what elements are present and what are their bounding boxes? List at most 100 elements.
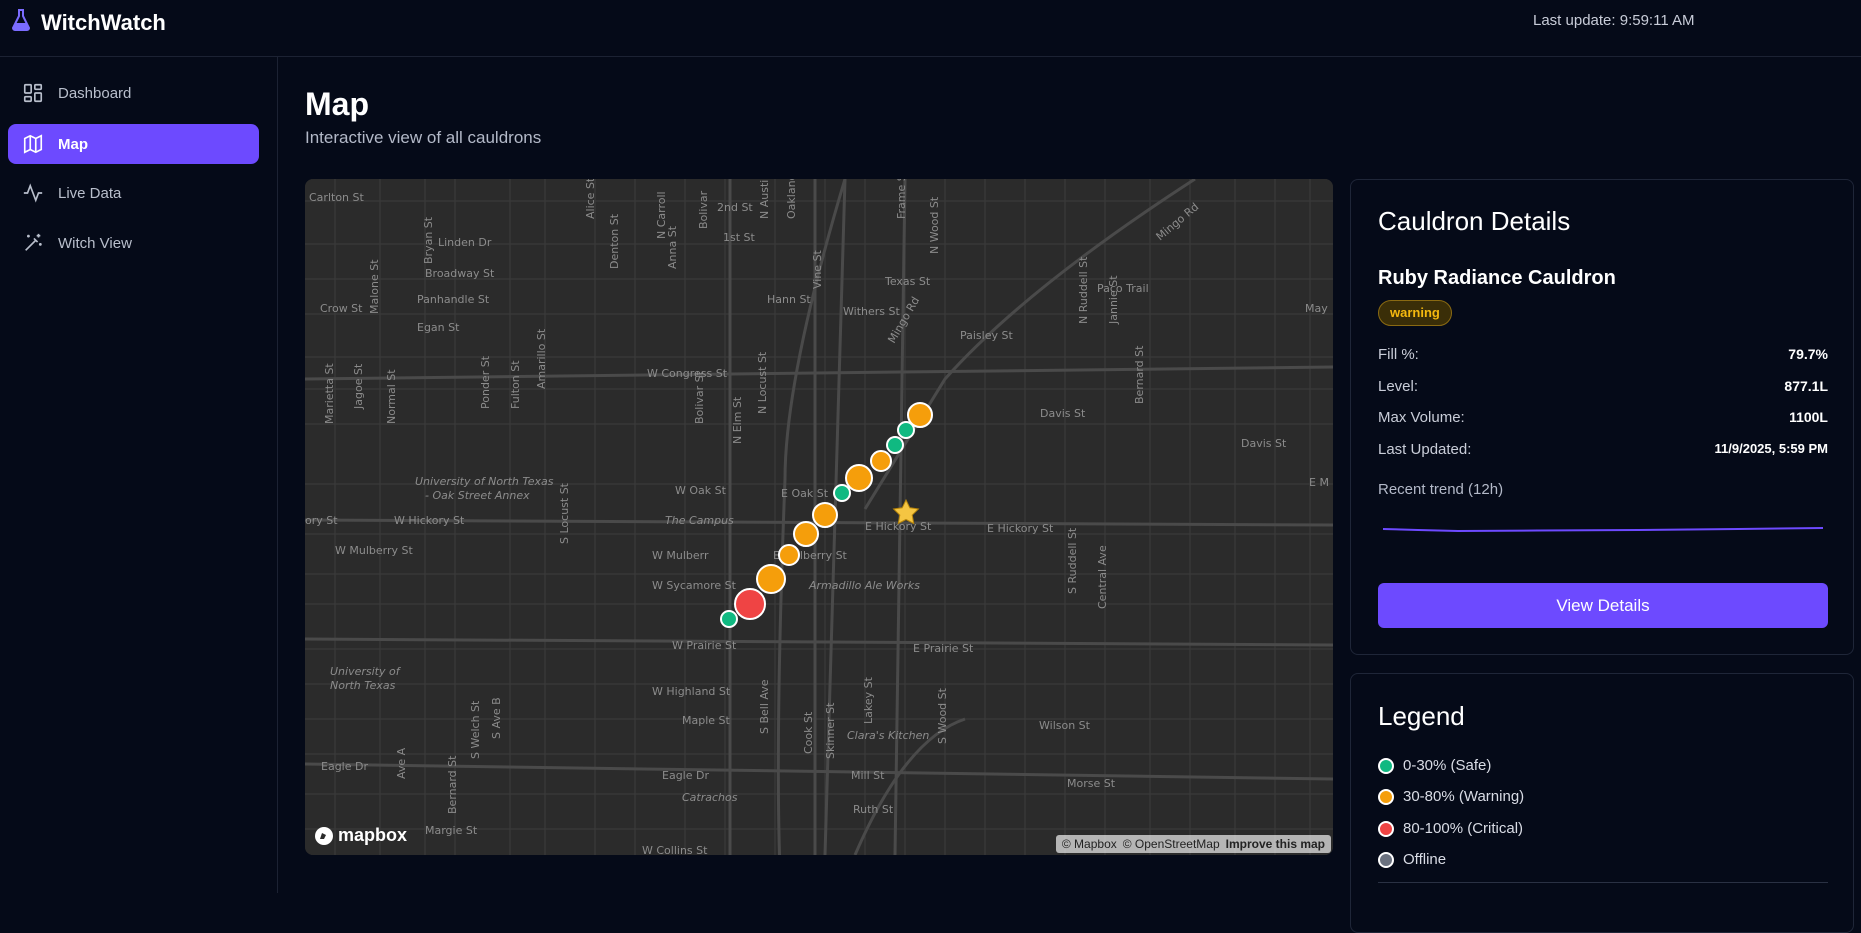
street-label: E M <box>1309 476 1329 489</box>
street-label: Bolivar <box>697 190 710 229</box>
street-label: Catrachos <box>682 791 738 804</box>
street-label: North Texas <box>330 679 396 692</box>
street-label: Egan St <box>417 321 460 334</box>
street-label: W Sycamore St <box>652 579 737 592</box>
street-label: Malone St <box>368 259 381 314</box>
divider <box>1378 882 1828 883</box>
sidebar-item-live-data[interactable]: Live Data <box>8 173 259 213</box>
detail-row-last-updated: Last Updated: 11/9/2025, 5:59 PM <box>1378 441 1828 458</box>
mapbox-credit-link[interactable]: © Mapbox <box>1062 837 1117 851</box>
cauldron-marker[interactable] <box>886 436 904 454</box>
street-label: Anna St <box>666 225 679 269</box>
osm-credit-link[interactable]: © OpenStreetMap <box>1123 837 1220 851</box>
street-label: ory St <box>305 514 338 527</box>
status-badge: warning <box>1378 300 1452 326</box>
legend-dot <box>1378 851 1394 868</box>
street-label: Frame St <box>895 179 908 219</box>
legend-title: Legend <box>1378 701 1465 731</box>
street-label: W Congress St <box>647 367 728 380</box>
street-label: Jannie St <box>1107 275 1120 325</box>
street-label: Bernard St <box>446 755 459 814</box>
street-label: S Ave B <box>490 697 503 739</box>
street-label: E Prairie St <box>913 642 974 655</box>
legend-dot <box>1378 820 1394 837</box>
street-label: Amarillo St <box>535 328 548 389</box>
street-label: W Mulberry St <box>335 544 413 557</box>
cauldron-details-panel: Cauldron Details Ruby Radiance Cauldron … <box>1350 179 1854 655</box>
street-label: Ruth St <box>853 803 894 816</box>
legend-item-safe: 0-30% (Safe) <box>1378 757 1491 774</box>
street-label: Texas St <box>884 275 931 288</box>
mapbox-logo[interactable]: mapbox <box>314 825 407 846</box>
street-label: Linden Dr <box>438 236 492 249</box>
cauldron-marker[interactable] <box>845 464 873 492</box>
street-label: Mill St <box>851 769 885 782</box>
detail-value: 79.7% <box>1788 346 1828 362</box>
map-canvas[interactable]: Carlton St Linden Dr Broadway St Crow St… <box>305 179 1333 855</box>
cauldron-marker[interactable] <box>720 610 738 628</box>
legend-item-critical: 80-100% (Critical) <box>1378 820 1523 837</box>
street-label: Broadway St <box>425 267 495 280</box>
street-label: S Ruddell St <box>1066 527 1079 594</box>
detail-value: 11/9/2025, 5:59 PM <box>1714 441 1828 456</box>
page-subtitle: Interactive view of all cauldrons <box>305 128 542 147</box>
street-label: Bryan St <box>422 216 435 264</box>
detail-row-fill: Fill %: 79.7% <box>1378 346 1828 363</box>
detail-value: 877.1L <box>1784 378 1828 394</box>
cauldron-marker[interactable] <box>812 502 838 528</box>
street-label: 2nd St <box>717 201 753 214</box>
street-label: Margie St <box>425 824 478 837</box>
trend-label: Recent trend (12h) <box>1378 481 1504 498</box>
street-label: N Elm St <box>731 396 744 444</box>
cauldron-marker[interactable] <box>756 564 786 594</box>
brand[interactable]: WitchWatch <box>9 8 166 37</box>
street-label: Denton St <box>608 213 621 269</box>
app-name: WitchWatch <box>41 9 166 35</box>
map-view[interactable]: Carlton St Linden Dr Broadway St Crow St… <box>305 179 1333 855</box>
street-label: Armadillo Ale Works <box>808 579 920 592</box>
street-label: Morse St <box>1067 777 1116 790</box>
panel-title: Cauldron Details <box>1378 206 1571 236</box>
street-label: Carlton St <box>309 191 364 204</box>
sidebar-item-label: Live Data <box>58 184 122 202</box>
street-label: May <box>1305 302 1328 315</box>
dashboard-grid-icon <box>23 83 43 103</box>
sidebar-item-map[interactable]: Map <box>8 124 259 164</box>
sidebar: Dashboard Map Live Data Witch View <box>0 57 278 893</box>
cauldron-marker[interactable] <box>778 544 800 566</box>
cauldron-marker[interactable] <box>793 521 819 547</box>
street-label: E Oak St <box>781 487 829 500</box>
improve-map-link[interactable]: Improve this map <box>1226 837 1325 851</box>
cauldron-marker[interactable] <box>734 588 766 620</box>
street-label: Eagle Dr <box>662 769 709 782</box>
activity-icon <box>23 183 43 203</box>
street-label: The Campus <box>665 514 734 527</box>
cauldron-marker[interactable] <box>833 484 851 502</box>
view-details-button[interactable]: View Details <box>1378 583 1828 628</box>
street-label: Crow St <box>320 302 363 315</box>
map-icon <box>23 134 43 154</box>
sidebar-item-witch-view[interactable]: Witch View <box>8 223 259 263</box>
cauldron-marker[interactable] <box>907 402 933 428</box>
street-label: W Highland St <box>652 685 731 698</box>
street-label: Jagoe St <box>352 363 365 410</box>
top-bar: WitchWatch Last update: 9:59:11 AM <box>0 0 1861 57</box>
street-label: Central Ave <box>1096 545 1109 609</box>
street-label: S Locust St <box>558 482 571 544</box>
mapbox-logo-text: mapbox <box>338 825 408 845</box>
cauldron-marker[interactable] <box>870 450 892 472</box>
detail-label: Max Volume: <box>1378 409 1465 426</box>
last-update: Last update: 9:59:11 AM <box>1533 12 1695 29</box>
street-label: Normal St <box>385 369 398 424</box>
street-label: 1st St <box>723 231 756 244</box>
map-attribution: © Mapbox © OpenStreetMap Improve this ma… <box>1055 835 1331 853</box>
street-label: W Prairie St <box>672 639 737 652</box>
flask-icon <box>9 8 33 37</box>
detail-label: Fill %: <box>1378 346 1419 363</box>
detail-row-level: Level: 877.1L <box>1378 378 1828 395</box>
sidebar-item-dashboard[interactable]: Dashboard <box>8 73 259 113</box>
street-label: Ponder St <box>479 355 492 409</box>
detail-value: 1100L <box>1789 409 1828 425</box>
street-label: N Locust St <box>756 351 769 414</box>
sidebar-item-label: Witch View <box>58 234 132 252</box>
